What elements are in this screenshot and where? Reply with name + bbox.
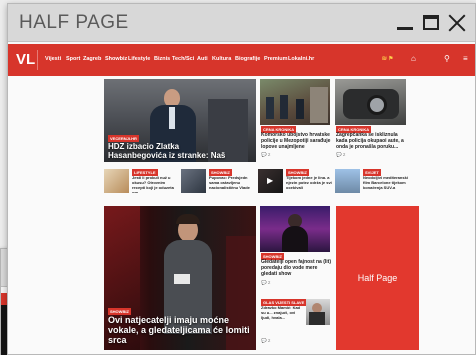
menu-icon[interactable]: ≡: [463, 54, 468, 63]
titlebar[interactable]: HALF PAGE: [8, 4, 475, 42]
nav-item-zagreb[interactable]: Zagreb: [83, 56, 101, 62]
maximize-icon: [423, 15, 439, 30]
article-title[interactable]: Tijekom jedne je lina. a njezin potez od…: [286, 175, 332, 193]
minimize-button[interactable]: [396, 14, 414, 32]
half-page-ad[interactable]: Half Page: [336, 206, 419, 350]
nav-item-biznis[interactable]: Biznis: [154, 56, 170, 62]
article-title[interactable]: Gledatelji open fajnost na (lit) poredaj…: [261, 259, 331, 277]
search-icon[interactable]: ⚲: [444, 54, 450, 63]
article-thumb[interactable]: [181, 169, 206, 193]
nav-item-kultura[interactable]: Kultura: [212, 56, 231, 62]
hero-title[interactable]: HDZ izbacio Zlatka Hasanbegovića iz stra…: [108, 142, 228, 160]
article-title[interactable]: Jesti li prokuli nuž u okusu? Otrovnim r…: [132, 175, 178, 193]
play-icon[interactable]: ▶: [267, 176, 273, 185]
nav-item-lokalni[interactable]: Lokalni.hr: [288, 56, 314, 62]
close-button[interactable]: [448, 14, 466, 32]
nav-badge-icon[interactable]: ₪ ⚑: [382, 56, 393, 62]
nav-item-lifestyle[interactable]: Lifestyle: [128, 56, 150, 62]
article-thumb[interactable]: ▶: [258, 169, 283, 193]
feature-title[interactable]: Ovi natjecatelji imaju moćne vokale, a g…: [108, 315, 250, 347]
article-title[interactable]: Neodoljivi mediteranski film Barcelone t…: [363, 175, 409, 193]
comment-count: 💬 2: [336, 152, 346, 157]
article-title[interactable]: Zagrepčanka se iskliznula kada policija …: [336, 132, 406, 150]
nav-item-premium[interactable]: Premium: [264, 56, 288, 62]
article-image[interactable]: [260, 206, 330, 252]
close-icon: [448, 14, 466, 32]
site-logo[interactable]: VL: [16, 51, 35, 68]
article-title[interactable]: Komorsko ubojstvo hrvatske policije u Me…: [261, 132, 331, 150]
article-image[interactable]: [335, 79, 406, 125]
ad-label: Half Page: [357, 273, 398, 283]
hero-article[interactable]: VECERNJI.HR HDZ izbacio Zlatka Hasanbego…: [104, 79, 256, 162]
article-image[interactable]: [260, 79, 330, 125]
maximize-button[interactable]: [422, 14, 440, 32]
nav-divider: [37, 50, 38, 70]
article-thumb[interactable]: [104, 169, 129, 193]
window-title: HALF PAGE: [19, 12, 129, 33]
article-thumb[interactable]: [335, 169, 360, 193]
article-thumb[interactable]: [306, 299, 330, 325]
feature-article[interactable]: SHOWBIZ Ovi natjecatelji imaju moćne vok…: [104, 206, 256, 350]
article-title[interactable]: Pupovac: Predsjedn sama ostavljenu nacio…: [209, 175, 255, 193]
article-tag[interactable]: VECERNJI.HR: [108, 135, 139, 142]
nav-item-auti[interactable]: Auti: [197, 56, 208, 62]
article-tag[interactable]: SHOWBIZ: [108, 308, 131, 315]
half-page-window[interactable]: HALF PAGE VL Vijesti Sport Zagreb Showbi…: [7, 3, 476, 355]
site-navbar: VL Vijesti Sport Zagreb Showbiz Lifestyl…: [8, 44, 475, 76]
nav-item-biografije[interactable]: Biografije: [235, 56, 260, 62]
article-title[interactable]: Zdravko Mamić: Kad su u... znajući, ovi …: [261, 305, 305, 329]
website: VL Vijesti Sport Zagreb Showbiz Lifestyl…: [8, 44, 475, 354]
nav-item-vijesti[interactable]: Vijesti: [45, 56, 61, 62]
nav-item-showbiz[interactable]: Showbiz: [105, 56, 127, 62]
comment-count: 💬 2: [261, 338, 271, 343]
cart-icon[interactable]: ⌂: [411, 54, 416, 63]
comment-count: 💬 2: [261, 280, 271, 285]
desktop: f ✦ ✉ ⚲ ✕ HALF PAGE VL Vijesti Sport Zag…: [0, 0, 476, 355]
comment-count: 💬 2: [261, 152, 271, 157]
nav-item-sport[interactable]: Sport: [66, 56, 80, 62]
nav-item-tech[interactable]: Tech/Sci: [172, 56, 194, 62]
minimize-icon: [397, 27, 413, 30]
